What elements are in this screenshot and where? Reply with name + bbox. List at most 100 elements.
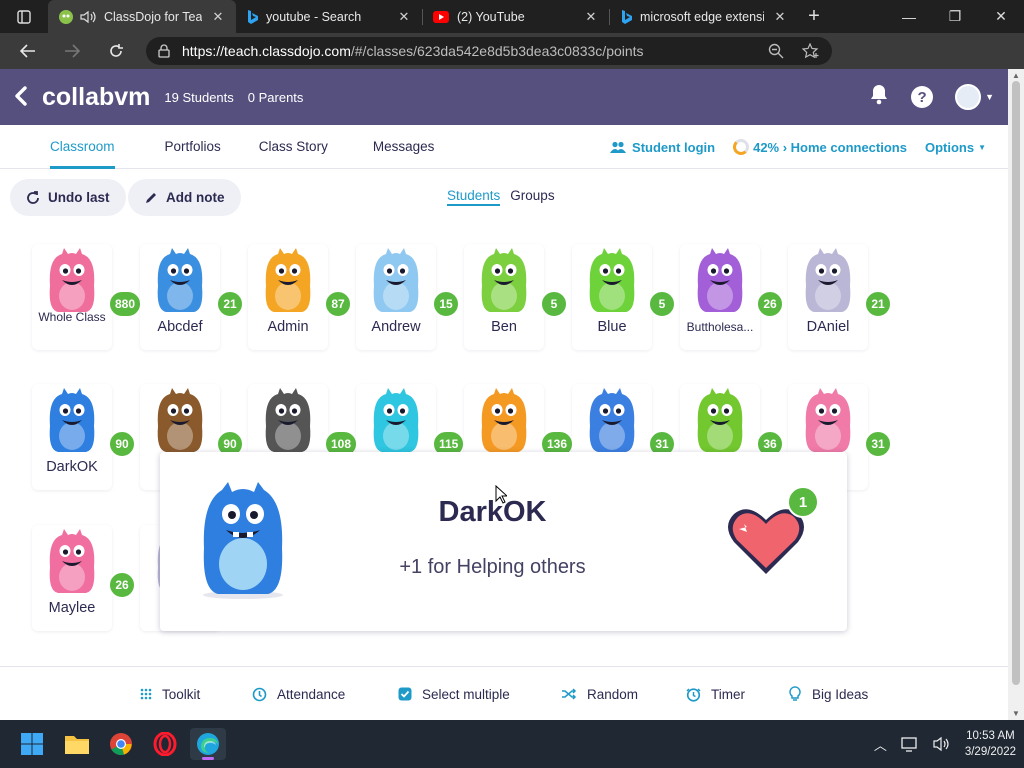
class-name[interactable]: collabvm <box>42 83 150 112</box>
monster-avatar-icon <box>373 388 419 452</box>
avatar <box>955 84 982 110</box>
start-button[interactable] <box>14 728 50 760</box>
student-card[interactable]: 26 Buttholesa... <box>680 244 784 350</box>
groups-view-tab[interactable]: Groups <box>510 188 554 206</box>
back-chevron-icon[interactable] <box>0 82 42 113</box>
restore-icon[interactable]: ❐ <box>932 0 978 33</box>
clock-time: 10:53 AM <box>966 730 1015 742</box>
student-card[interactable]: 5 Ben <box>464 244 568 350</box>
student-card[interactable]: 15 Andrew <box>356 244 460 350</box>
bell-icon[interactable] <box>869 83 889 111</box>
student-card[interactable]: 21 DAniel <box>788 244 892 350</box>
scroll-up-icon[interactable]: ▲ <box>1008 71 1024 80</box>
close-tab-icon[interactable]: ✕ <box>583 9 599 25</box>
student-card[interactable]: 880 Whole Class <box>32 244 143 350</box>
select-multiple-button[interactable]: Select multiple <box>398 667 510 721</box>
student-card[interactable]: 5 Blue <box>572 244 676 350</box>
opera-icon <box>153 732 177 756</box>
browser-tab-edge-extensions[interactable]: microsoft edge extensio ✕ <box>610 0 798 33</box>
toolkit-label: Toolkit <box>162 686 201 702</box>
points-badge: 5 <box>648 290 676 318</box>
random-button[interactable]: Random <box>561 667 638 721</box>
student-login-link[interactable]: Student login <box>610 140 715 155</box>
options-menu[interactable]: Options ▼ <box>925 140 986 155</box>
monster-avatar-icon <box>481 248 527 312</box>
random-label: Random <box>587 686 639 702</box>
url-path: /#/classes/623da542e8d5b3dea3c0833c/poin… <box>350 43 644 59</box>
undo-last-button[interactable]: Undo last <box>10 179 126 216</box>
speaker-icon[interactable] <box>80 10 96 24</box>
network-icon[interactable] <box>901 736 919 752</box>
points-awarded-popup: DarkOK +1 for Helping others 1 <box>160 452 847 631</box>
pencil-icon <box>146 192 156 203</box>
close-tab-icon[interactable]: ✕ <box>772 9 788 25</box>
undo-icon <box>27 190 39 204</box>
big-ideas-button[interactable]: Big Ideas <box>788 667 868 721</box>
forward-button[interactable] <box>50 33 94 69</box>
add-favorite-icon[interactable] <box>802 43 820 59</box>
minimize-icon[interactable]: — <box>886 0 932 33</box>
student-login-label: Student login <box>632 139 716 155</box>
student-card[interactable]: 26 Maylee <box>32 525 136 631</box>
points-badge: 31 <box>864 430 892 458</box>
students-icon <box>610 141 627 153</box>
refresh-icon <box>110 44 123 57</box>
select-multiple-label: Select multiple <box>422 686 510 702</box>
tab-class-story[interactable]: Class Story <box>259 125 328 169</box>
student-count[interactable]: 19 Students <box>164 90 233 105</box>
student-card[interactable]: 87 Admin <box>248 244 352 350</box>
students-view-tab[interactable]: Students <box>447 188 501 206</box>
student-card[interactable]: 90 DarkOK <box>32 384 136 490</box>
attendance-label: Attendance <box>277 686 346 702</box>
undo-last-label: Undo last <box>48 190 110 205</box>
arrow-right-icon <box>65 44 80 58</box>
timer-button[interactable]: Timer <box>686 667 745 721</box>
header-icons: ? ▼ <box>869 69 994 125</box>
tab-messages[interactable]: Messages <box>373 125 435 169</box>
browser-tab-youtube-search[interactable]: youtube - Search ✕ <box>236 0 422 33</box>
chevron-up-icon[interactable]: ︿ <box>874 735 887 754</box>
close-window-icon[interactable]: ✕ <box>978 0 1024 33</box>
help-icon[interactable]: ? <box>911 86 934 108</box>
tab-classroom[interactable]: Classroom <box>50 125 115 169</box>
page-scrollbar[interactable]: ▲ ▼ <box>1008 69 1024 720</box>
student-card[interactable]: 21 Abcdef <box>140 244 244 350</box>
monster-avatar-icon <box>481 388 527 452</box>
chrome-button[interactable] <box>103 728 139 760</box>
back-button[interactable] <box>6 33 50 69</box>
home-connections-label: 42% › Home connections <box>753 139 907 155</box>
browser-tab-youtube[interactable]: (2) YouTube ✕ <box>423 0 609 33</box>
url-actions <box>768 43 820 59</box>
windows-taskbar: ︿ 10:53 AM 3/29/2022 <box>0 720 1024 768</box>
scrollbar-thumb[interactable] <box>1012 81 1020 685</box>
new-tab-button[interactable]: + <box>798 5 830 28</box>
student-name: Maylee <box>48 600 96 616</box>
close-tab-icon[interactable]: ✕ <box>210 9 226 25</box>
refresh-button[interactable] <box>94 33 138 69</box>
monster-avatar-icon <box>697 248 743 312</box>
scroll-down-icon[interactable]: ▼ <box>1008 709 1024 718</box>
account-menu[interactable]: ▼ <box>955 84 994 110</box>
system-clock[interactable]: 10:53 AM 3/29/2022 <box>965 728 1016 760</box>
edge-icon <box>197 733 219 755</box>
zoom-icon[interactable] <box>768 43 784 59</box>
browser-tab-classdojo[interactable]: ClassDojo for Teac ✕ <box>48 0 236 33</box>
url-field[interactable]: https://teach.classdojo.com/#/classes/62… <box>146 37 832 65</box>
monster-avatar-icon <box>697 388 743 452</box>
home-connections-link[interactable]: 42% › Home connections <box>733 139 907 155</box>
windows-logo-icon <box>21 733 43 755</box>
opera-button[interactable] <box>147 728 183 760</box>
edge-button[interactable] <box>190 728 226 760</box>
student-name: Andrew <box>371 319 421 335</box>
tab-actions-button[interactable] <box>0 0 48 33</box>
classdojo-icon <box>59 9 73 24</box>
attendance-button[interactable]: Attendance <box>252 667 345 721</box>
tab-portfolios[interactable]: Portfolios <box>165 125 221 169</box>
close-tab-icon[interactable]: ✕ <box>396 9 412 25</box>
points-badge: 21 <box>864 290 892 318</box>
volume-icon[interactable] <box>933 736 951 752</box>
toolkit-button[interactable]: Toolkit <box>140 667 200 721</box>
file-explorer-button[interactable] <box>59 728 95 760</box>
add-note-button[interactable]: Add note <box>128 179 241 216</box>
parent-count[interactable]: 0 Parents <box>248 90 304 105</box>
